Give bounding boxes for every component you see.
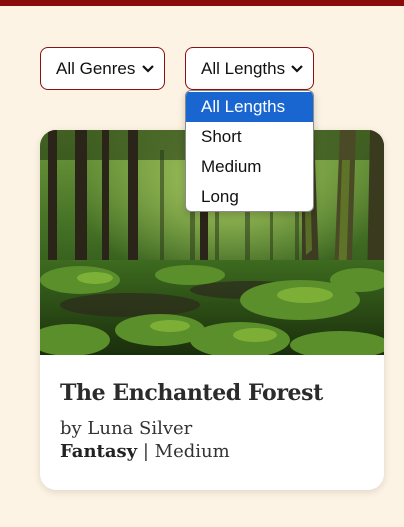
length-option-medium[interactable]: Medium: [186, 152, 313, 182]
length-option-all[interactable]: All Lengths: [186, 92, 313, 122]
book-length: Medium: [154, 441, 230, 462]
book-meta: Fantasy | Medium: [60, 441, 368, 462]
book-title: The Enchanted Forest: [60, 380, 323, 406]
top-accent-bar: [0, 0, 404, 6]
book-author: by Luna Silver: [60, 418, 193, 439]
chevron-down-icon: [291, 62, 303, 76]
length-filter-value: All Lengths: [201, 58, 286, 78]
length-option-short[interactable]: Short: [186, 122, 313, 152]
chevron-down-icon: [141, 62, 154, 76]
book-card-info: The Enchanted Forest by Luna Silver Fant…: [60, 380, 368, 462]
genre-filter-select[interactable]: All Genres: [40, 47, 165, 90]
book-genre: Fantasy: [60, 441, 138, 462]
length-filter-select[interactable]: All Lengths: [185, 47, 314, 90]
meta-separator: |: [137, 441, 155, 462]
length-options-dropdown: All Lengths Short Medium Long: [185, 90, 314, 212]
genre-filter-value: All Genres: [56, 58, 136, 78]
length-option-long[interactable]: Long: [186, 182, 313, 211]
